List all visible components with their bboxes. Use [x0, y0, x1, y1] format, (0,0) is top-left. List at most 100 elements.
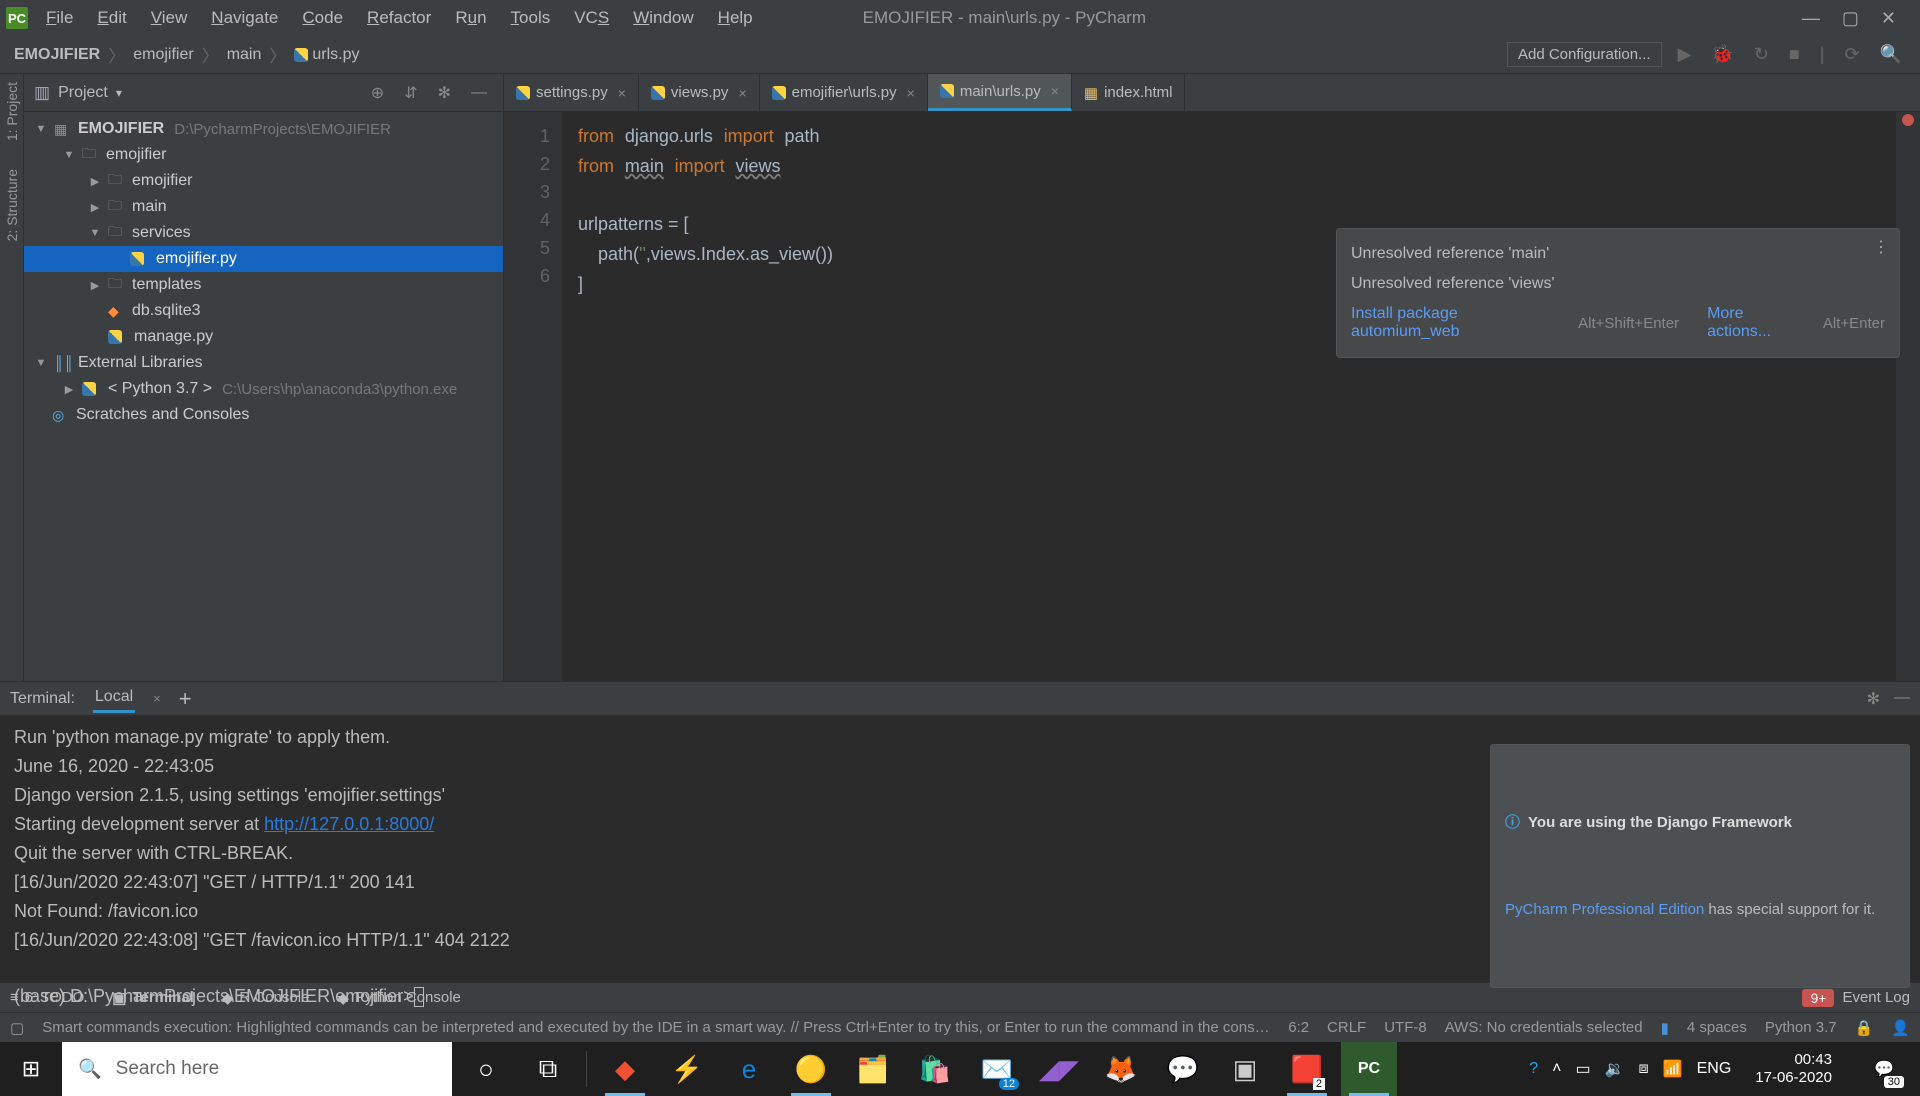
tree-emojifier2[interactable]: ▶🗀emojifier [24, 168, 503, 194]
terminal-tab-close-icon[interactable]: × [153, 691, 161, 706]
menu-file[interactable]: File [36, 4, 83, 32]
terminal-add-tab[interactable]: + [179, 686, 192, 712]
menu-vcs[interactable]: VCS [564, 4, 619, 32]
coverage-icon[interactable]: ↻ [1750, 44, 1773, 65]
app-firefox-icon[interactable]: 🦊 [1093, 1042, 1149, 1096]
app-visualstudio-icon[interactable]: ◢◤ [1031, 1042, 1087, 1096]
menu-window[interactable]: Window [623, 4, 703, 32]
tree-manage[interactable]: manage.py [24, 324, 503, 350]
tool-structure[interactable]: 2: Structure [4, 169, 20, 241]
tray-language[interactable]: ENG [1697, 1060, 1732, 1078]
app-store-icon[interactable]: 🛍️ [907, 1042, 963, 1096]
status-encoding[interactable]: UTF-8 [1384, 1019, 1427, 1036]
menu-code[interactable]: Code [292, 4, 353, 32]
tab-main-urls[interactable]: main\urls.py× [928, 74, 1072, 111]
windows-search-input[interactable]: 🔍Search here [62, 1042, 452, 1096]
app-cmd-icon[interactable]: ▣ [1217, 1042, 1273, 1096]
app-pycharm-icon[interactable]: PC [1341, 1042, 1397, 1096]
close-icon[interactable]: × [1051, 83, 1059, 99]
add-configuration-button[interactable]: Add Configuration... [1507, 42, 1662, 67]
app-mail-icon[interactable]: ✉️12 [969, 1042, 1025, 1096]
menu-refactor[interactable]: Refactor [357, 4, 441, 32]
menu-view[interactable]: View [141, 4, 198, 32]
tree-db[interactable]: ◆db.sqlite3 [24, 298, 503, 324]
app-chrome-icon[interactable]: 🟡 [783, 1042, 839, 1096]
menu-edit[interactable]: Edit [87, 4, 136, 32]
tab-index-html[interactable]: ▦index.html [1072, 74, 1186, 111]
menu-run[interactable]: Run [445, 4, 496, 32]
tray-chevron-up-icon[interactable]: ˄ [1552, 1060, 1561, 1078]
tray-notifications-icon[interactable]: 💬30 [1856, 1042, 1912, 1096]
event-log-badge[interactable]: 9+ [1802, 989, 1834, 1007]
lock-icon[interactable]: 🔒 [1855, 1019, 1874, 1037]
breadcrumb-root[interactable]: EMOJIFIER [14, 46, 100, 64]
terminal-hide-icon[interactable]: — [1894, 689, 1910, 709]
error-marker-icon[interactable] [1902, 114, 1914, 126]
search-everywhere-icon[interactable]: 🔍 [1876, 44, 1906, 65]
breadcrumb-2[interactable]: main [227, 46, 262, 64]
code-editor[interactable]: from django.urls import path from main i… [562, 112, 1896, 681]
tray-volume-icon[interactable]: 🔉 [1605, 1059, 1625, 1079]
cortana-icon[interactable]: ○ [458, 1042, 514, 1096]
tree-main[interactable]: ▶🗀main [24, 194, 503, 220]
tree-templates[interactable]: ▶🗀templates [24, 272, 503, 298]
breadcrumb-1[interactable]: emojifier [133, 46, 193, 64]
menu-help[interactable]: Help [708, 4, 763, 32]
tray-help-icon[interactable]: ? [1529, 1060, 1538, 1078]
tray-dropbox-icon[interactable]: ⧈ [1638, 1060, 1648, 1078]
stop-icon[interactable]: ■ [1785, 44, 1804, 65]
close-icon[interactable]: × [907, 85, 915, 101]
expand-icon[interactable]: ⇵ [398, 83, 423, 103]
install-package-link[interactable]: Install package automium_web [1351, 305, 1564, 341]
tab-views[interactable]: views.py× [639, 74, 760, 111]
tree-extlib[interactable]: ▼║║External Libraries [24, 350, 503, 376]
status-indent[interactable]: 4 spaces [1687, 1019, 1747, 1036]
menu-navigate[interactable]: Navigate [201, 4, 288, 32]
server-url-link[interactable]: http://127.0.0.1:8000/ [264, 814, 434, 834]
tree-emojifierpy[interactable]: emojifier.py [24, 246, 503, 272]
app-edge-icon[interactable]: e [721, 1042, 777, 1096]
tray-clock[interactable]: 00:4317-06-2020 [1745, 1051, 1842, 1087]
close-icon[interactable]: × [738, 85, 746, 101]
aws-icon[interactable]: ▮ [1661, 1019, 1669, 1037]
status-interpreter[interactable]: Python 3.7 [1765, 1019, 1837, 1036]
terminal-tab-local[interactable]: Local [93, 684, 135, 713]
update-icon[interactable]: ⟳ [1840, 44, 1863, 65]
tree-root[interactable]: ▼▦EMOJIFIERD:\PycharmProjects\EMOJIFIER [24, 116, 503, 142]
terminal-output[interactable]: Run 'python manage.py migrate' to apply … [0, 716, 1920, 982]
locate-icon[interactable]: ⊕ [365, 83, 390, 103]
tree-emojifier[interactable]: ▼🗀emojifier [24, 142, 503, 168]
more-actions-link[interactable]: More actions... [1707, 305, 1809, 341]
run-icon[interactable]: ▶ [1674, 44, 1696, 65]
project-dropdown-icon[interactable]: ▾ [116, 86, 122, 100]
debug-icon[interactable]: 🐞 [1707, 44, 1737, 65]
app-vscode-icon[interactable]: ⚡ [659, 1042, 715, 1096]
tab-settings[interactable]: settings.py× [504, 74, 639, 111]
maximize-button[interactable]: ▢ [1842, 8, 1859, 29]
terminal-settings-icon[interactable]: ✻ [1867, 689, 1880, 709]
hector-icon[interactable]: 👤 [1891, 1019, 1910, 1037]
app-screenrec-icon[interactable]: 🟥2 [1279, 1042, 1335, 1096]
app-slack-icon[interactable]: 💬 [1155, 1042, 1211, 1096]
breadcrumb-file[interactable]: urls.py [312, 46, 359, 64]
status-aws[interactable]: AWS: No credentials selected [1445, 1019, 1643, 1036]
app-git-icon[interactable]: ◆ [597, 1042, 653, 1096]
bottom-tab-event-log[interactable]: Event Log [1842, 989, 1910, 1006]
app-explorer-icon[interactable]: 🗂️ [845, 1042, 901, 1096]
close-icon[interactable]: × [618, 85, 626, 101]
menu-tools[interactable]: Tools [501, 4, 561, 32]
hide-icon[interactable]: — [465, 84, 493, 102]
minimize-button[interactable]: — [1802, 8, 1820, 29]
gear-icon[interactable]: ✻ [432, 83, 457, 103]
tray-wifi-icon[interactable]: 📶 [1663, 1059, 1683, 1079]
tray-battery-icon[interactable]: ▭ [1575, 1059, 1590, 1079]
status-caret-pos[interactable]: 6:2 [1288, 1019, 1309, 1036]
task-view-icon[interactable]: ⧉ [520, 1042, 576, 1096]
tab-emojifier-urls[interactable]: emojifier\urls.py× [760, 74, 928, 111]
close-button[interactable]: ✕ [1881, 8, 1896, 29]
popup-menu-icon[interactable]: ⋮ [1873, 237, 1889, 257]
tree-scratches[interactable]: ◎Scratches and Consoles [24, 402, 503, 428]
tool-project[interactable]: 1: Project [4, 82, 20, 141]
tree-services[interactable]: ▼🗀services [24, 220, 503, 246]
status-line-ending[interactable]: CRLF [1327, 1019, 1366, 1036]
